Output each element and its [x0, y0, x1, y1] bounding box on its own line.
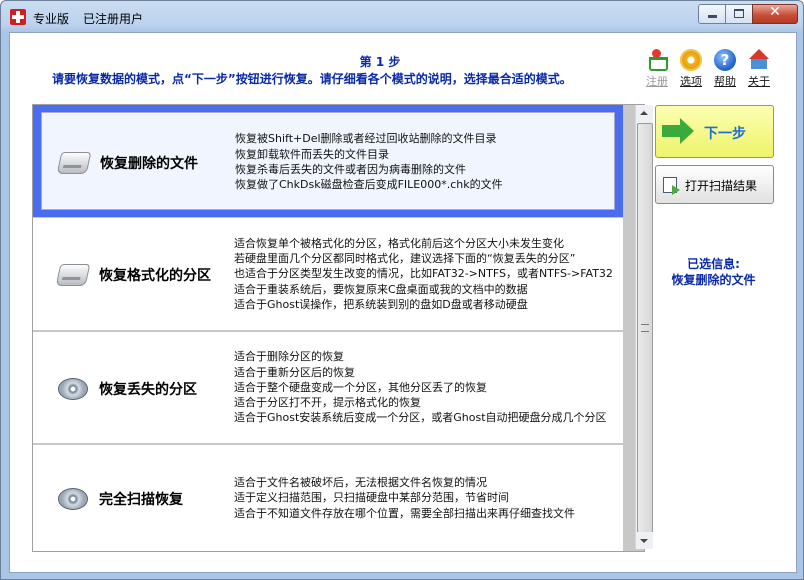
- mode-description: 适合恢复单个被格式化的分区，格式化前后这个分区大小未发生变化 若硬盘里面几个分区都…: [234, 236, 624, 312]
- mode-description-line: 适合于删除分区的恢复: [234, 350, 344, 364]
- toolbar-item-3[interactable]: 关于: [742, 47, 776, 89]
- mode-description: 恢复被Shift+Del删除或者经过回收站删除的文件目录 恢复卸载软件而丢失的文件…: [235, 131, 625, 192]
- open-scan-results-label: 打开扫描结果: [685, 179, 758, 193]
- mode-option-body: 恢复丢失的分区 适合于删除分区的恢复 适合于重新分区后的恢复 适合于整个硬盘变成一个分…: [41, 339, 615, 436]
- app-window: 专业版 已注册用户 ✕ 第 1 步 请要恢复数据的模式，点“下一步”按钮进行恢复。…: [0, 0, 804, 580]
- mode-description-line: 适合于Ghost误操作，把系统装到别的盘如D盘或者移动硬盘: [234, 297, 528, 311]
- mode-option-3[interactable]: 完全扫描恢复 适合于文件名被破坏后，无法根据文件名恢复的情况 适于定义扫描范围，只扫…: [33, 445, 623, 551]
- mode-description-line: 适于定义扫描范围，只扫描硬盘中某部分范围，节省时间: [234, 491, 509, 505]
- window-controls: ✕: [698, 4, 798, 24]
- toolbar-item-0[interactable]: 注册: [640, 47, 674, 89]
- window-title: 专业版 已注册用户: [33, 10, 157, 27]
- mode-description-line: 适合恢复单个被格式化的分区，格式化前后这个分区大小未发生变化: [234, 236, 564, 250]
- mode-description-line: 恢复做了ChkDsk磁盘检查后变成FILE000*.chk的文件: [235, 178, 503, 192]
- disk-icon: [55, 264, 91, 286]
- toolbar-item-2[interactable]: ? 帮助: [708, 47, 742, 89]
- mode-description: 适合于文件名被破坏后，无法根据文件名恢复的情况 适于定义扫描范围，只扫描硬盘中某部…: [234, 475, 624, 521]
- cd-icon: [58, 488, 88, 510]
- maximize-button[interactable]: [725, 4, 753, 24]
- edition-label: 专业版: [33, 12, 70, 26]
- right-arrow-icon: [662, 118, 696, 144]
- mode-description-line: 若硬盘里面几个分区都同时格式化，建议选择下面的“恢复丢失的分区”: [234, 252, 576, 266]
- title-bar: 专业版 已注册用户 ✕: [1, 1, 803, 33]
- mode-description-line: 适合于Ghost安装系统后变成一个分区，或者Ghost自动把硬盘分成几个分区: [234, 411, 607, 425]
- close-icon: ✕: [769, 4, 781, 20]
- disk-icon: [56, 152, 92, 174]
- cart-icon: [646, 49, 668, 71]
- selection-info: 已选信息: 恢复删除的文件: [655, 256, 772, 288]
- selection-heading: 已选信息:: [687, 257, 740, 271]
- mode-option-2[interactable]: 恢复丢失的分区 适合于删除分区的恢复 适合于重新分区后的恢复 适合于整个硬盘变成一个分…: [33, 332, 623, 443]
- main-panel: 第 1 步 请要恢复数据的模式，点“下一步”按钮进行恢复。请仔细看各个模式的说明…: [9, 32, 797, 573]
- home-icon: [748, 49, 770, 71]
- mode-option-body: 完全扫描恢复 适合于文件名被破坏后，无法根据文件名恢复的情况 适于定义扫描范围，只扫…: [41, 452, 615, 544]
- mode-option-1[interactable]: 恢复格式化的分区 适合恢复单个被格式化的分区，格式化前后这个分区大小未发生变化 若硬…: [33, 218, 623, 330]
- scrollbar-thumb[interactable]: [637, 123, 653, 533]
- mode-name: 恢复丢失的分区: [99, 381, 197, 398]
- mode-option-body: 恢复删除的文件 恢复被Shift+Del删除或者经过回收站删除的文件目录 恢复卸载软…: [41, 112, 615, 210]
- toolbar-item-label: 关于: [748, 75, 770, 88]
- next-step-label: 下一步: [704, 126, 746, 142]
- mode-list-scrollbar[interactable]: [635, 105, 653, 549]
- minimize-button[interactable]: [698, 4, 726, 24]
- mode-description-line: 适合于整个硬盘变成一个分区，其他分区丢了的恢复: [234, 380, 487, 394]
- selection-value: 恢复删除的文件: [671, 273, 756, 287]
- next-step-button[interactable]: 下一步: [655, 105, 774, 158]
- step-title: 第 1 步: [359, 55, 401, 69]
- mode-list: 恢复删除的文件 恢复被Shift+Del删除或者经过回收站删除的文件目录 恢复卸载软…: [32, 104, 645, 552]
- app-cross-icon: [10, 9, 26, 25]
- toolbar-item-label: 选项: [680, 75, 702, 88]
- mode-description-line: 适合于重装系统后，要恢复原来C盘桌面或我的文档中的数据: [234, 282, 528, 296]
- mode-description-line: 适合于不知道文件存放在哪个位置，需要全部扫描出来再仔细查找文件: [234, 506, 575, 520]
- toolbar-item-label: 注册: [646, 75, 668, 88]
- toolbar-item-1[interactable]: 选项: [674, 47, 708, 89]
- registered-label: 已注册用户: [83, 12, 144, 26]
- scroll-up-arrow-icon[interactable]: [636, 105, 653, 122]
- help-icon: ?: [714, 49, 736, 71]
- mode-description-line: 也适合于分区类型发生改变的情况，比如FAT32->NTFS，或者NTFS->FA…: [234, 267, 613, 281]
- close-button[interactable]: ✕: [752, 4, 798, 24]
- mode-name: 恢复删除的文件: [100, 156, 198, 172]
- mode-option-0[interactable]: 恢复删除的文件 恢复被Shift+Del删除或者经过回收站删除的文件目录 恢复卸载软…: [33, 105, 623, 217]
- mode-description-line: 恢复杀毒后丢失的文件或者因为病毒删除的文件: [235, 162, 466, 176]
- mode-description-line: 恢复被Shift+Del删除或者经过回收站删除的文件目录: [235, 132, 497, 146]
- open-scan-results-button[interactable]: 打开扫描结果: [655, 165, 774, 204]
- scroll-down-arrow-icon[interactable]: [636, 532, 653, 549]
- open-file-icon: [663, 177, 680, 195]
- mode-description-line: 适合于分区打不开，提示格式化的恢复: [234, 396, 421, 410]
- mode-name: 恢复格式化的分区: [99, 268, 211, 284]
- mode-description-line: 适合于文件名被破坏后，无法根据文件名恢复的情况: [234, 476, 487, 490]
- mode-name: 完全扫描恢复: [99, 492, 183, 508]
- mode-description-line: 恢复卸载软件而丢失的文件目录: [235, 147, 389, 161]
- mode-description-line: 适合于重新分区后的恢复: [234, 365, 355, 379]
- step-instruction: 请要恢复数据的模式，点“下一步”按钮进行恢复。请仔细看各个模式的说明，选择最合适…: [52, 72, 572, 86]
- mode-description: 适合于删除分区的恢复 适合于重新分区后的恢复 适合于整个硬盘变成一个分区，其他分区丢…: [234, 349, 624, 425]
- toolbar-item-label: 帮助: [714, 75, 736, 88]
- toolbar: 注册 选项? 帮助 关于: [640, 47, 776, 89]
- gear-icon: [680, 49, 702, 71]
- cd-icon: [58, 377, 88, 400]
- mode-option-body: 恢复格式化的分区 适合恢复单个被格式化的分区，格式化前后这个分区大小未发生变化 若硬…: [41, 225, 615, 323]
